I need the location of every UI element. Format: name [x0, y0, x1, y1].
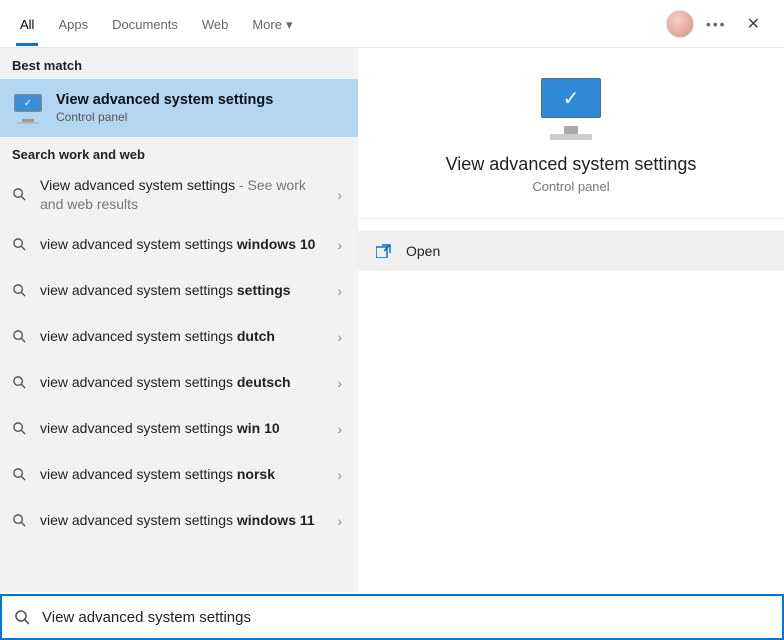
result-text: view advanced system settings norsk [40, 465, 323, 484]
tab-apps[interactable]: Apps [46, 3, 100, 45]
result-text: View advanced system settings - See work… [40, 176, 323, 214]
more-options-icon[interactable]: ••• [706, 16, 727, 32]
result-text: view advanced system settings win 10 [40, 419, 323, 438]
chevron-right-icon[interactable]: › [333, 463, 346, 487]
search-icon [14, 609, 30, 625]
tab-more[interactable]: More ▾ [240, 3, 304, 45]
results-list: View advanced system settings - See work… [0, 168, 358, 544]
best-match-text: View advanced system settings Control pa… [56, 92, 273, 124]
chevron-right-icon[interactable]: › [333, 325, 346, 349]
search-result-item[interactable]: view advanced system settings settings › [0, 268, 358, 314]
search-icon [12, 375, 30, 390]
section-header-search-web: Search work and web [0, 137, 358, 168]
preview-title: View advanced system settings [374, 154, 768, 175]
chevron-right-icon[interactable]: › [333, 509, 346, 533]
chevron-right-icon[interactable]: › [333, 279, 346, 303]
search-input[interactable] [42, 609, 770, 626]
system-settings-icon: ✓ [536, 78, 606, 140]
search-icon [12, 467, 30, 482]
top-bar: All Apps Documents Web More ▾ ••• ✕ [0, 0, 784, 48]
result-text: view advanced system settings settings [40, 281, 323, 300]
search-result-item[interactable]: view advanced system settings windows 10… [0, 222, 358, 268]
results-pane: Best match ✓ View advanced system settin… [0, 48, 358, 592]
search-icon [12, 329, 30, 344]
tab-more-label: More [252, 17, 282, 32]
search-result-item[interactable]: view advanced system settings dutch › [0, 314, 358, 360]
close-icon[interactable]: ✕ [739, 10, 768, 38]
best-match-subtitle: Control panel [56, 110, 273, 124]
avatar[interactable] [666, 10, 694, 38]
open-icon [376, 244, 392, 258]
preview-subtitle: Control panel [374, 179, 768, 194]
chevron-right-icon[interactable]: › [333, 417, 346, 441]
search-result-item[interactable]: view advanced system settings norsk › [0, 452, 358, 498]
search-icon [12, 237, 30, 252]
tab-documents[interactable]: Documents [100, 3, 190, 45]
result-text: view advanced system settings deutsch [40, 373, 323, 392]
search-result-item[interactable]: view advanced system settings windows 11… [0, 498, 358, 544]
content-area: Best match ✓ View advanced system settin… [0, 48, 784, 592]
search-bar [0, 594, 784, 640]
tab-all[interactable]: All [8, 3, 46, 45]
filter-tabs: All Apps Documents Web More ▾ [8, 3, 666, 45]
system-settings-icon: ✓ [12, 94, 44, 122]
chevron-right-icon[interactable]: › [333, 183, 346, 207]
section-header-best-match: Best match [0, 48, 358, 79]
chevron-right-icon[interactable]: › [333, 371, 346, 395]
search-result-item[interactable]: view advanced system settings deutsch › [0, 360, 358, 406]
result-text: view advanced system settings windows 11 [40, 511, 323, 530]
chevron-right-icon[interactable]: › [333, 233, 346, 257]
open-action[interactable]: Open [358, 231, 784, 271]
top-icons: ••• ✕ [666, 10, 776, 38]
preview-pane: ✓ View advanced system settings Control … [358, 48, 784, 592]
search-icon [12, 421, 30, 436]
best-match-item[interactable]: ✓ View advanced system settings Control … [0, 79, 358, 137]
tab-web[interactable]: Web [190, 3, 241, 45]
result-text: view advanced system settings windows 10 [40, 235, 323, 254]
chevron-down-icon: ▾ [286, 17, 293, 33]
open-label: Open [406, 243, 440, 259]
search-icon [12, 513, 30, 528]
search-result-item[interactable]: View advanced system settings - See work… [0, 168, 358, 222]
search-icon [12, 283, 30, 298]
search-result-item[interactable]: view advanced system settings win 10 › [0, 406, 358, 452]
best-match-title: View advanced system settings [56, 92, 273, 108]
result-text: view advanced system settings dutch [40, 327, 323, 346]
search-icon [12, 187, 30, 202]
preview-block: ✓ View advanced system settings Control … [358, 48, 784, 219]
